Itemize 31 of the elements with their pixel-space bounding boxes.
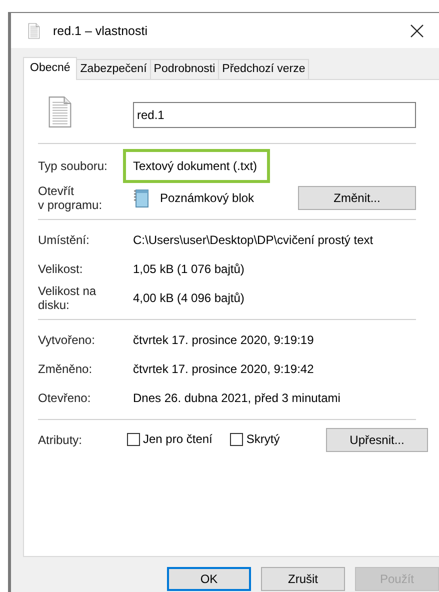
field-value: čtvrtek 17. prosince 2020, 9:19:19 (133, 332, 314, 346)
field-value: 1,05 kB (1 076 bajtů) (133, 262, 244, 276)
field-label: Velikost: (38, 262, 84, 276)
tab[interactable]: Předchozí verze (218, 59, 310, 79)
field-value: čtvrtek 17. prosince 2020, 9:19:42 (133, 362, 314, 376)
change-button[interactable]: Změnit... (298, 186, 416, 210)
field-label: Vytvořeno: (38, 332, 96, 346)
field-label: Otevřeno: (38, 390, 92, 404)
window-title: red.1 – vlastnosti (53, 24, 148, 38)
program-name: Poznámkový blok (160, 190, 256, 204)
dialog-button[interactable]: OK (167, 567, 251, 591)
field-value: C:\Users\user\Desktop\DP\cvičení prostý text (133, 232, 374, 246)
field-label: Změněno: (38, 362, 94, 376)
checkbox[interactable]: Skrytý (230, 432, 280, 447)
field-value: Dnes 26. dubna 2021, před 3 minutami (133, 390, 340, 404)
field-label: Otevřít v programu: (38, 184, 104, 212)
field-label: Umístění: (38, 232, 90, 246)
close-icon[interactable] (410, 24, 424, 38)
dialog-button[interactable]: Zrušit (261, 567, 345, 591)
tab[interactable]: Obecné (23, 57, 78, 80)
field-label: Typ souboru: (38, 159, 108, 173)
file-name-field[interactable]: red.1 (133, 102, 416, 128)
field-value: 4,00 kB (4 096 bajtů) (133, 290, 244, 304)
notepad-icon (133, 188, 151, 208)
advanced-button[interactable]: Upřesnit... (326, 428, 428, 452)
document-icon (28, 22, 40, 38)
field-label: Velikost na disku: (38, 284, 98, 312)
field-value: Textový dokument (.txt) (123, 149, 270, 183)
field-label: Atributy: (38, 432, 84, 446)
document-icon (48, 96, 72, 128)
checkbox[interactable]: Jen pro čtení (127, 432, 212, 447)
